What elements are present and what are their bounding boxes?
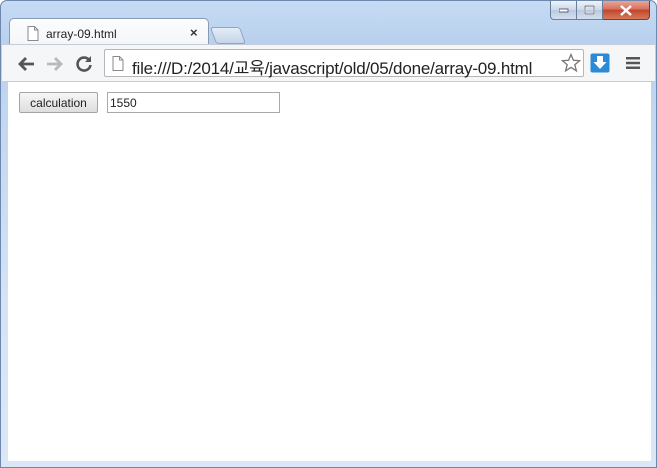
minimize-button[interactable] xyxy=(550,1,577,20)
url-text: file:///D:/2014/교육/javascript/old/05/don… xyxy=(132,59,533,78)
page-content: calculation xyxy=(8,82,651,461)
browser-window: array-09.html × file:///D:/2014/교육/javas… xyxy=(0,0,657,468)
new-tab-button[interactable] xyxy=(209,27,247,44)
tab-array-09[interactable]: array-09.html × xyxy=(9,18,209,45)
browser-toolbar: file:///D:/2014/교육/javascript/old/05/don… xyxy=(2,44,655,82)
calculation-button[interactable]: calculation xyxy=(19,92,98,113)
close-icon xyxy=(620,4,632,16)
page-icon xyxy=(112,56,124,71)
reload-button[interactable] xyxy=(74,54,94,74)
back-arrow-icon xyxy=(18,57,34,71)
window-caption-buttons xyxy=(550,1,650,21)
star-icon[interactable] xyxy=(561,53,581,73)
result-field[interactable] xyxy=(107,92,280,113)
forward-button[interactable] xyxy=(45,54,65,74)
hamburger-menu-icon[interactable] xyxy=(626,56,640,70)
page-icon xyxy=(27,26,39,41)
forward-arrow-icon xyxy=(47,57,63,71)
address-bar[interactable]: file:///D:/2014/교육/javascript/old/05/don… xyxy=(104,49,584,78)
minimize-icon xyxy=(558,8,568,13)
tab-title: array-09.html xyxy=(46,27,117,41)
tab-close-button[interactable]: × xyxy=(190,26,198,39)
close-window-button[interactable] xyxy=(603,1,650,20)
download-icon[interactable] xyxy=(590,53,610,73)
back-button[interactable] xyxy=(16,54,36,74)
maximize-button[interactable] xyxy=(577,1,603,20)
maximize-icon xyxy=(584,5,595,15)
reload-icon xyxy=(76,56,92,72)
